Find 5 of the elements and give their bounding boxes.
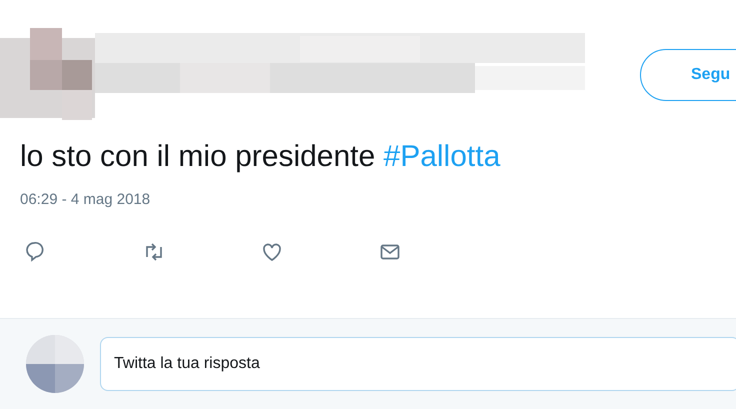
tweet-text: lo sto con il mio presidente #Pallotta — [20, 139, 502, 175]
timestamp: 06:29 - 4 mag 2018 — [20, 190, 150, 210]
reply-field[interactable]: Twitta la tua risposta — [100, 337, 736, 391]
hashtag-link[interactable]: #Pallotta — [384, 140, 500, 173]
follow-button[interactable]: Segu — [640, 49, 736, 101]
